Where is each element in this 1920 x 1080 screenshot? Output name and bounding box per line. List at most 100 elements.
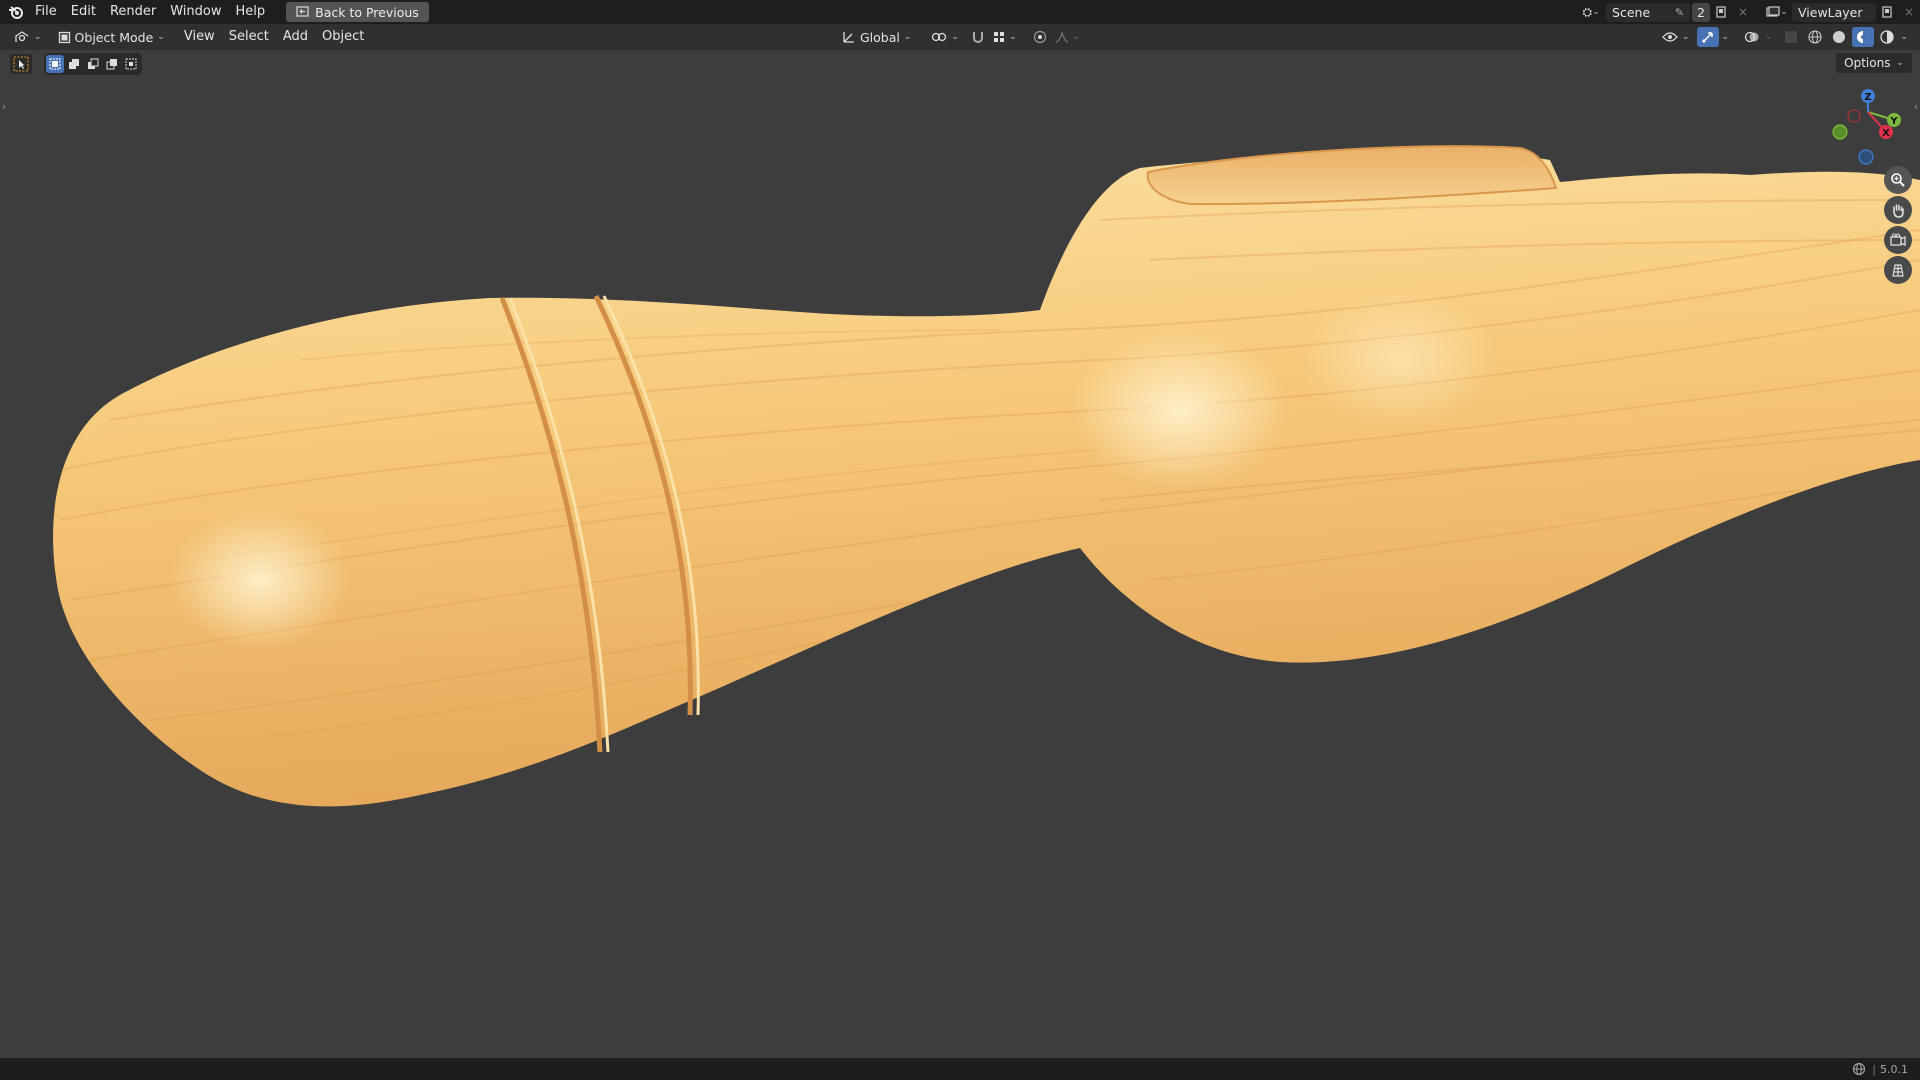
chevron-down-icon: ⌄ [903,32,912,42]
delete-viewlayer-button[interactable]: × [1898,2,1920,22]
wooden-handle-object[interactable] [53,145,1920,807]
solid-shading-button[interactable] [1828,27,1850,47]
zoom-icon [1891,173,1905,187]
pin-icon[interactable]: ✎ [1675,6,1684,19]
snap-toggle[interactable] [967,27,989,47]
back-icon [296,5,309,20]
proportional-edit-toggle[interactable] [1029,27,1051,47]
select-intersect-button[interactable] [122,55,140,73]
zoom-view-button[interactable] [1884,166,1912,194]
select-tool-icon [13,56,29,72]
status-bar: | 5.0.1 [0,1058,1920,1080]
blender-logo-icon[interactable] [4,0,28,24]
neg-x-axis[interactable] [1847,109,1861,123]
scene-selector-button[interactable]: ⛭ ⌄ [1576,2,1606,22]
globe-icon[interactable] [1852,1062,1866,1076]
navigation-gizmo[interactable]: Z Y X [1820,88,1910,168]
projection-toggle-button[interactable] [1884,256,1912,284]
options-dropdown[interactable]: Options ⌄ [1836,53,1912,73]
chevron-down-icon: ⌄ [34,32,42,42]
proportional-falloff-dropdown[interactable]: ⌄ [1053,31,1083,43]
visibility-icon [1661,32,1678,42]
xray-icon [1785,31,1797,43]
visibility-dropdown[interactable]: ⌄ [1656,31,1696,43]
tool-settings-row [10,52,142,76]
header-menu-add[interactable]: Add [276,25,315,49]
camera-view-button[interactable] [1884,226,1912,254]
version-label: 5.0.1 [1880,1062,1908,1076]
pivot-point-dropdown[interactable]: ⌄ [925,30,965,44]
viewlayer-name-field[interactable]: ViewLayer [1792,2,1876,22]
proportional-icon [1033,30,1046,44]
delete-scene-button[interactable]: × [1732,2,1754,22]
editor-type-selector[interactable]: ⌄ [8,30,48,44]
header-menu-object[interactable]: Object [315,25,371,49]
new-viewlayer-button[interactable] [1876,2,1898,22]
back-to-previous-label: Back to Previous [315,4,419,20]
object-mode-label: Object Mode [74,29,154,45]
editor-type-icon [15,31,29,42]
wireframe-shading-icon [1808,30,1823,44]
menu-render[interactable]: Render [103,0,163,24]
gizmo-toggle[interactable] [1697,27,1720,47]
close-icon: × [1903,5,1915,19]
chevron-down-icon[interactable]: ⌄ [1900,32,1908,42]
header-menu-select[interactable]: Select [222,25,276,49]
viewlayer-selector-button[interactable]: ⌄ [1762,2,1792,22]
top-menu-bar: File Edit Render Window Help Back to Pre… [0,0,1920,24]
object-mode-dropdown[interactable]: Object Mode ⌄ [52,30,171,45]
menu-help[interactable]: Help [229,0,273,24]
select-subtract-button[interactable] [84,55,102,73]
transform-orientation-dropdown[interactable]: Global ⌄ [836,30,917,45]
chevron-down-icon: ⌄ [1592,7,1600,17]
wireframe-shading-button[interactable] [1804,27,1826,47]
viewport-3d[interactable] [0,0,1920,1080]
falloff-icon [1055,31,1068,43]
chevron-down-icon: ⌄ [157,32,165,42]
menu-file[interactable]: File [28,0,64,24]
camera-icon [1890,233,1906,247]
chevron-down-icon: ⌄ [1681,32,1690,42]
chevron-down-icon: ⌄ [1072,32,1081,42]
scene-users-count[interactable]: 2 [1692,2,1710,22]
scene-users-label: 2 [1697,4,1705,20]
select-invert-button[interactable] [103,55,121,73]
select-new-button[interactable] [46,55,64,73]
overlay-icon [1744,31,1759,43]
gizmo-icon [1702,32,1714,43]
select-tool-button[interactable] [10,54,32,74]
status-divider: | [1872,1062,1876,1076]
sidebar-expand-icon[interactable]: ‹ [1914,100,1918,113]
neg-z-axis[interactable] [1858,149,1874,165]
transform-orientation-label: Global [860,29,900,45]
snap-target-dropdown[interactable]: ⌄ [991,31,1019,43]
overlay-toggle[interactable] [1741,27,1763,47]
hand-icon [1893,204,1904,218]
solid-shading-icon [1833,31,1846,43]
select-extend-button[interactable] [65,55,83,73]
menu-window[interactable]: Window [163,0,228,24]
transform-controls: Global ⌄ ⌄ ⌄ ⌄ [836,27,1082,47]
close-icon: × [1737,5,1749,19]
xray-toggle[interactable] [1780,27,1802,47]
pan-view-button[interactable] [1884,196,1912,224]
scene-viewlayer-controls: ⛭ ⌄ Scene ✎ 2 × ⌄ ViewLayer × [1576,0,1920,24]
chevron-down-icon[interactable]: ⌄ [1721,32,1729,42]
back-to-previous-button[interactable]: Back to Previous [286,2,429,22]
menu-edit[interactable]: Edit [64,0,103,24]
snap-increment-icon [993,32,1004,42]
chevron-down-icon[interactable]: ⌄ [1765,32,1773,42]
new-scene-button[interactable] [1710,2,1732,22]
orientation-icon [843,32,854,43]
pivot-icon [932,32,947,42]
neg-y-axis[interactable] [1832,124,1848,140]
select-intersect-icon [125,58,137,70]
toolbar-expand-icon[interactable]: › [2,100,6,113]
scene-name-field[interactable]: Scene ✎ [1606,2,1691,22]
material-shading-button[interactable] [1852,27,1875,47]
select-extend-icon [69,59,79,69]
header-menu-view[interactable]: View [177,25,222,49]
rendered-shading-button[interactable] [1876,27,1898,47]
rendered-shading-icon [1880,30,1895,44]
select-invert-icon [106,59,117,70]
